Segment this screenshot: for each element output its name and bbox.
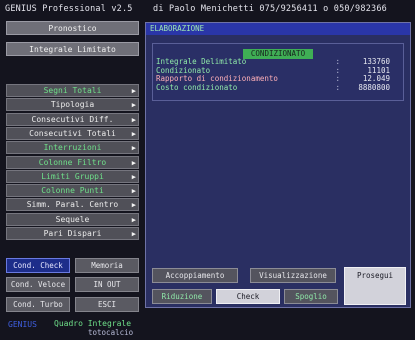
chevron-right-icon: ▶ xyxy=(131,215,136,224)
menu-item-label: Consecutivi Totali xyxy=(29,128,116,138)
elaborazione-panel: ELABORAZIONE CONDIZIONATO Integrale Deli… xyxy=(145,22,411,308)
menu-item[interactable]: Pari Dispari ▶ xyxy=(6,227,139,240)
chevron-right-icon: ▶ xyxy=(131,115,136,124)
menu-item-label: Tipologia xyxy=(50,100,95,110)
menu-item-label: Pari Dispari xyxy=(43,229,102,238)
menu-item-label: Simm. Paral. Centro xyxy=(26,200,119,210)
in-out-button[interactable]: IN OUT xyxy=(75,277,139,292)
menu-item[interactable]: Simm. Paral. Centro ▶ xyxy=(6,198,139,212)
menu-item-label: Consecutivi Diff. xyxy=(31,114,114,124)
menu-item-label: Colonne Filtro xyxy=(38,157,107,167)
menu-item[interactable]: Consecutivi Diff. ▶ xyxy=(6,112,139,126)
visualizzazione-button[interactable]: Visualizzazione xyxy=(250,268,336,283)
chevron-right-icon: ▶ xyxy=(131,144,136,153)
prosegui-button[interactable]: Prosegui xyxy=(344,267,406,305)
result-rows: Integrale Delimitato:133760 Condizionato:… xyxy=(156,57,402,93)
menu-item-label: Sequele xyxy=(55,214,90,224)
menu-item-label: Segni Totali xyxy=(43,86,102,95)
footer-caption: totocalcio xyxy=(88,328,134,337)
left-panel: Pronostico Integrale Limitato Segni Tota… xyxy=(4,20,141,338)
menu-item[interactable]: Sequele ▶ xyxy=(6,212,139,226)
riduzione-button[interactable]: Riduzione xyxy=(152,289,212,304)
cond-turbo-button[interactable]: Cond. Turbo xyxy=(6,297,70,312)
footer-brand: GENIUS xyxy=(8,320,37,329)
chevron-right-icon: ▶ xyxy=(131,87,136,95)
author-info: di Paolo Menichetti 075/9256411 o 050/98… xyxy=(153,4,387,14)
menu-item[interactable]: Colonne Filtro ▶ xyxy=(6,155,139,169)
menu-item[interactable]: Consecutivi Totali ▶ xyxy=(6,126,139,140)
pronostico-button[interactable]: Pronostico xyxy=(6,21,139,35)
result-label: Costo condizionato xyxy=(156,82,238,92)
menu-item[interactable]: Tipologia ▶ xyxy=(6,98,139,112)
menu-item[interactable]: Interruzioni ▶ xyxy=(6,141,139,155)
menu-item-label: Colonne Punti xyxy=(41,186,104,196)
result-separator: : xyxy=(335,82,340,92)
chevron-right-icon: ▶ xyxy=(131,101,136,110)
menu-item[interactable]: Colonne Punti ▶ xyxy=(6,184,139,198)
chevron-right-icon: ▶ xyxy=(131,158,136,167)
cond-check-button[interactable]: Cond. Check xyxy=(6,258,70,273)
spoglio-button[interactable]: Spoglio xyxy=(284,289,338,304)
menu-item-label: Interruzioni xyxy=(43,143,102,153)
esci-button[interactable]: ESCI xyxy=(75,297,139,312)
menu-item[interactable]: Segni Totali ▶ xyxy=(6,84,139,97)
result-box: CONDIZIONATO Integrale Delimitato:133760… xyxy=(152,43,404,101)
app-title: GENIUS Professional v2.5 xyxy=(5,4,133,14)
menu-item-label: Limiti Gruppi xyxy=(41,171,104,181)
screen: GENIUS Professional v2.5 di Paolo Menich… xyxy=(0,0,415,340)
title-bar: GENIUS Professional v2.5 di Paolo Menich… xyxy=(3,2,411,16)
cond-veloce-button[interactable]: Cond. Veloce xyxy=(6,277,70,292)
chevron-right-icon: ▶ xyxy=(131,230,136,238)
check-button[interactable]: Check xyxy=(216,289,280,304)
result-row: Costo condizionato: 8880800 xyxy=(156,82,402,93)
menu-item[interactable]: Limiti Gruppi ▶ xyxy=(6,169,139,183)
result-value: 8880800 xyxy=(358,82,390,92)
chevron-right-icon: ▶ xyxy=(131,129,136,138)
chevron-right-icon: ▶ xyxy=(131,201,136,210)
integrale-limitato-button[interactable]: Integrale Limitato xyxy=(6,42,139,56)
accoppiamento-button[interactable]: Accoppiamento xyxy=(152,268,238,283)
panel-header: ELABORAZIONE xyxy=(146,23,410,35)
chevron-right-icon: ▶ xyxy=(131,187,136,196)
memoria-button[interactable]: Memoria xyxy=(75,258,139,273)
footer-subtitle: Quadro Integrale xyxy=(54,319,132,328)
footer: GENIUS Quadro Integrale totocalcio xyxy=(4,318,144,338)
chevron-right-icon: ▶ xyxy=(131,172,136,181)
